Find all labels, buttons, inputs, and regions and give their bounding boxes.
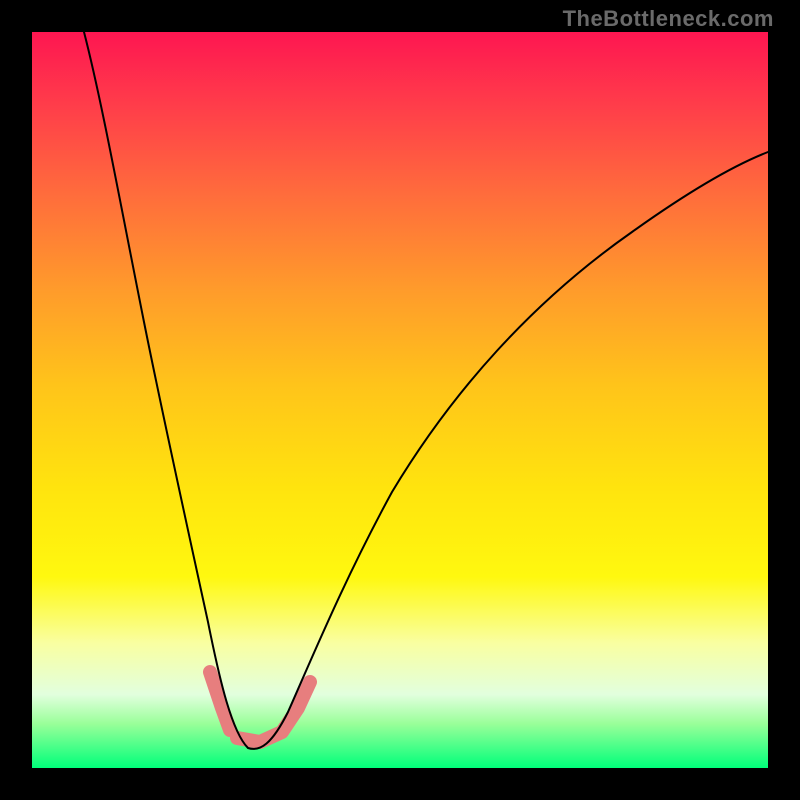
bottleneck-curve (84, 32, 768, 749)
curve-svg (32, 32, 768, 768)
attribution-text: TheBottleneck.com (563, 6, 774, 32)
highlight-right (237, 682, 310, 742)
chart-area (32, 32, 768, 768)
